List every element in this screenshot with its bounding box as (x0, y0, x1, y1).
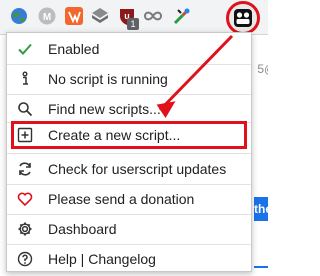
search-icon (18, 102, 33, 117)
menu-item-label: Help | Changelog (48, 251, 156, 267)
shield-count-badge: 1 (127, 18, 139, 30)
menu-item-help[interactable]: Help | Changelog (7, 246, 251, 272)
cube-icon[interactable] (90, 6, 110, 26)
globe-icon[interactable] (9, 6, 29, 26)
menu-item-check-updates[interactable]: Check for userscript updates (7, 156, 251, 182)
color-picker-icon[interactable] (172, 6, 192, 26)
menu-item-find-scripts[interactable]: Find new scripts... (7, 96, 251, 122)
help-icon (17, 251, 33, 267)
tampermonkey-icon[interactable] (233, 8, 253, 28)
menu-divider (7, 184, 251, 185)
tampermonkey-menu: Enabled No script is running Find new sc… (6, 32, 252, 272)
menu-item-no-script: No script is running (7, 66, 251, 92)
menu-item-label: No script is running (48, 71, 168, 87)
menu-item-dashboard[interactable]: Dashboard (7, 216, 251, 242)
menu-item-label: Create a new script... (48, 127, 181, 143)
background-page-text: 5@ (257, 62, 268, 76)
check-icon (18, 43, 32, 55)
menu-divider (7, 244, 251, 245)
gear-icon (18, 222, 32, 236)
heart-icon (17, 192, 33, 207)
plus-square-icon (17, 127, 33, 143)
menu-item-label: Please send a donation (48, 191, 195, 207)
background-page-underline (254, 266, 268, 268)
menu-item-label: Check for userscript updates (48, 161, 227, 177)
menu-item-create-script[interactable]: Create a new script... (7, 122, 251, 148)
ublock-icon[interactable]: M (37, 6, 57, 26)
menu-item-enabled[interactable]: Enabled (7, 36, 251, 62)
wappalyzer-icon[interactable] (64, 6, 84, 26)
refresh-icon (19, 162, 31, 176)
menu-item-label: Dashboard (48, 221, 117, 237)
infinity-icon[interactable] (143, 6, 163, 26)
svg-text:M: M (43, 12, 51, 23)
info-icon (22, 71, 28, 85)
extensions-toolbar: M u 1 (0, 0, 268, 35)
menu-item-label: Enabled (48, 41, 100, 57)
menu-item-label: Find new scripts... (48, 101, 161, 117)
menu-divider (7, 153, 251, 154)
menu-divider (7, 94, 251, 95)
menu-divider (7, 64, 251, 65)
background-page-button: the (254, 197, 268, 221)
menu-divider (7, 214, 251, 215)
menu-item-donation[interactable]: Please send a donation (7, 186, 251, 212)
